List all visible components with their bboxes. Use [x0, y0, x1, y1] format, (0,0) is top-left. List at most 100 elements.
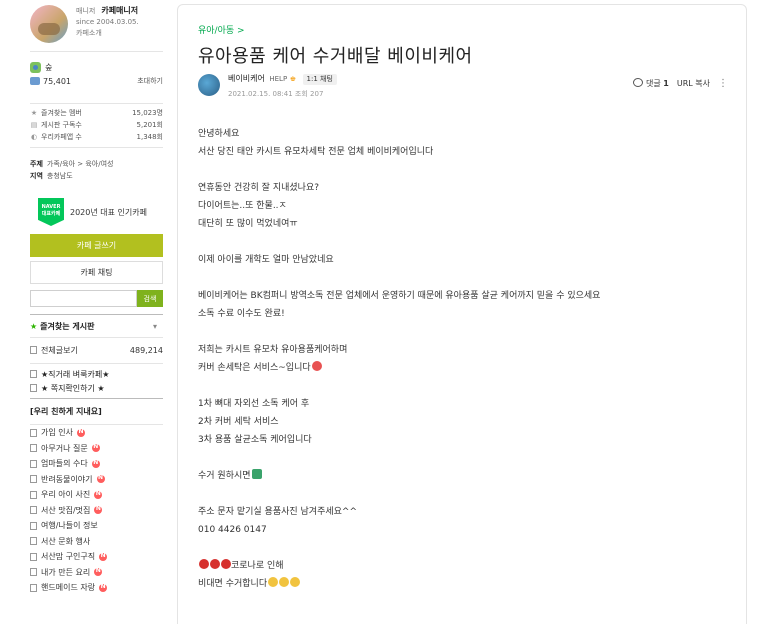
- article-line: 2차 커버 세탁 서비스: [198, 417, 279, 427]
- writer-role: HELP: [269, 75, 288, 83]
- article-body: 안녕하세요 서산 당진 태안 카시트 유모차세탁 전문 업체 베이비케어입니다 연휴…: [198, 125, 718, 593]
- article-panel: 유아/아동 > 유아용품 케어 수거배달 베이비케어 베이비케어 HELP ♚ …: [177, 4, 747, 624]
- more-icon[interactable]: ⋮: [718, 78, 728, 89]
- emoji-icon: [221, 559, 231, 569]
- menu-item-market[interactable]: ★직거래 벼룩카페★: [30, 367, 163, 381]
- article-line: 주소 문자 맡기실 용품사진 남겨주세요^^: [198, 507, 358, 517]
- cafe-avatar[interactable]: [30, 5, 68, 43]
- article-title: 유아용품 케어 수거배달 베이비케어: [198, 46, 473, 67]
- board-label: 아무거나 질문: [41, 443, 88, 453]
- sidebar-board-item[interactable]: 반려동물이야기: [30, 472, 163, 488]
- chevron-down-icon[interactable]: ▾: [153, 322, 157, 331]
- all-posts-link[interactable]: 전체글보기 489,214: [30, 338, 163, 364]
- board-icon: [30, 537, 37, 546]
- sidebar-board-item[interactable]: 아무거나 질문: [30, 441, 163, 457]
- manager-name[interactable]: 카페매니저: [101, 5, 138, 16]
- article-line: 수거 원하시면: [198, 467, 718, 485]
- article-line: 다이어트는..또 한물..ㅈ: [198, 201, 287, 211]
- board-label: 엄마들의 수다: [41, 459, 88, 469]
- emoji-icon: [290, 577, 301, 587]
- menu-item-messages[interactable]: ★ 쪽지확인하기 ★: [30, 381, 163, 395]
- board-icon: [30, 428, 37, 437]
- member-count[interactable]: 75,401: [43, 77, 71, 86]
- board-label: 반려동물이야기: [41, 474, 93, 484]
- cafe-profile: 매니저 카페매니저 since 2004.03.05. 카페소개: [30, 0, 163, 52]
- article-line: [198, 485, 718, 503]
- board-list: 가입 인사아무거나 질문엄마들의 수다반려동물이야기우리 아이 사진서산 맛집/…: [30, 425, 163, 596]
- stat-app-installs: ◐ 우리카페앱 수 1,348회: [30, 133, 163, 141]
- star-icon: ★: [30, 109, 38, 117]
- emoji-icon: [279, 577, 290, 587]
- cafe-info-link[interactable]: 카페소개: [76, 28, 139, 39]
- invite-button[interactable]: 초대하기: [137, 76, 163, 86]
- board-icon: [30, 568, 37, 577]
- new-badge-icon: [99, 583, 108, 592]
- board-icon: [30, 490, 37, 499]
- star-icon: ★: [30, 321, 38, 331]
- sidebar-board-item[interactable]: 서산맘 구인구직: [30, 549, 163, 565]
- board-label: 서산맘 구인구직: [41, 552, 96, 562]
- article-line: [198, 323, 718, 341]
- new-badge-icon: [91, 459, 100, 468]
- writer-nickname[interactable]: 베이비케어: [228, 74, 265, 83]
- article-line: 이제 아이를 개학도 얼마 안남았네요: [198, 255, 334, 265]
- board-label: 우리 아이 사진: [41, 490, 91, 500]
- article-line: 커버 손세탁은 서비스~입니다: [198, 359, 718, 377]
- sidebar-board-item[interactable]: 가입 인사: [30, 425, 163, 441]
- cafe-chat-button[interactable]: 카페 채팅: [30, 261, 163, 284]
- cafe-topic: 주제 가족/육아 > 육아/여성 지역 충청남도: [30, 160, 114, 180]
- article-line: 베이비케어는 BK컴퍼니 방역소독 전문 업체에서 운영하기 때문에 유아용품 …: [198, 291, 601, 301]
- all-posts-count: 489,214: [129, 346, 163, 355]
- board-icon: [30, 384, 37, 392]
- sidebar-board-item[interactable]: 내가 만든 요리: [30, 565, 163, 581]
- sidebar-board-item[interactable]: 엄마들의 수다: [30, 456, 163, 472]
- article-line: 코로나로 인해: [198, 557, 718, 575]
- new-badge-icon: [96, 474, 105, 484]
- board-label: 서산 맛집/멋집: [41, 505, 91, 515]
- new-badge-icon: [94, 505, 103, 515]
- sidebar-board-item[interactable]: 여행/나들이 정보: [30, 518, 163, 534]
- search-button[interactable]: 검색: [137, 290, 163, 307]
- top-menu-group: ★직거래 벼룩카페★ ★ 쪽지확인하기 ★: [30, 364, 163, 399]
- article-line: 3차 용품 살균소독 케어입니다: [198, 435, 312, 445]
- cafe-sidebar: 매니저 카페매니저 since 2004.03.05. 카페소개 숲 75,40…: [30, 0, 163, 624]
- board-label: 가입 인사: [41, 428, 73, 438]
- write-post-button[interactable]: 카페 글쓰기: [30, 234, 163, 257]
- crown-icon: ♚: [289, 75, 296, 83]
- board-label: 핸드메이드 자랑: [41, 583, 96, 593]
- article-line: 비대면 수거합니다: [198, 575, 718, 593]
- naver-badge-icon: NAVER 대표카페: [38, 198, 64, 226]
- article-line: [198, 161, 718, 179]
- favorite-boards-header[interactable]: ★ 즐겨찾는 게시판 ▾: [30, 314, 163, 338]
- sidebar-board-item[interactable]: 핸드메이드 자랑: [30, 580, 163, 596]
- region-value: 충청남도: [46, 172, 73, 180]
- board-label: 내가 만든 요리: [41, 567, 91, 577]
- sidebar-board-item[interactable]: 우리 아이 사진: [30, 487, 163, 503]
- topic-value[interactable]: 가족/육아 > 육아/여성: [47, 160, 114, 168]
- board-label: 서산 문화 행사: [41, 536, 91, 546]
- comment-icon: [633, 78, 643, 87]
- article-line: 1차 뼈대 자외선 소독 케어 후: [198, 399, 310, 409]
- level-name: 숲: [45, 62, 53, 72]
- url-copy-button[interactable]: URL 복사: [677, 78, 710, 89]
- one-to-one-chat-button[interactable]: 1:1 채팅: [302, 74, 337, 85]
- emoji-icon: [251, 469, 262, 479]
- writer-avatar[interactable]: [198, 74, 220, 96]
- board-breadcrumb[interactable]: 유아/아동 >: [198, 23, 245, 36]
- new-badge-icon: [94, 567, 103, 577]
- board-icon: [30, 475, 37, 484]
- board-label: 여행/나들이 정보: [41, 521, 98, 531]
- board-icon: [30, 506, 37, 515]
- search-input[interactable]: [30, 290, 137, 307]
- comment-button[interactable]: 댓글 1: [633, 78, 669, 89]
- article-line: [198, 269, 718, 287]
- sidebar-board-item[interactable]: 서산 문화 행사: [30, 534, 163, 550]
- article-line: 안녕하세요: [198, 129, 240, 139]
- forest-level-icon: [30, 61, 41, 73]
- naver-award-text: 2020년 대표 인기카페: [70, 207, 147, 217]
- new-badge-icon: [99, 552, 108, 561]
- sidebar-board-item[interactable]: 서산 맛집/멋집: [30, 503, 163, 519]
- new-badge-icon: [91, 443, 100, 453]
- level-section: 숲 75,401 초대하기: [30, 52, 163, 104]
- article-tools: 댓글 1 URL 복사 ⋮: [633, 78, 728, 89]
